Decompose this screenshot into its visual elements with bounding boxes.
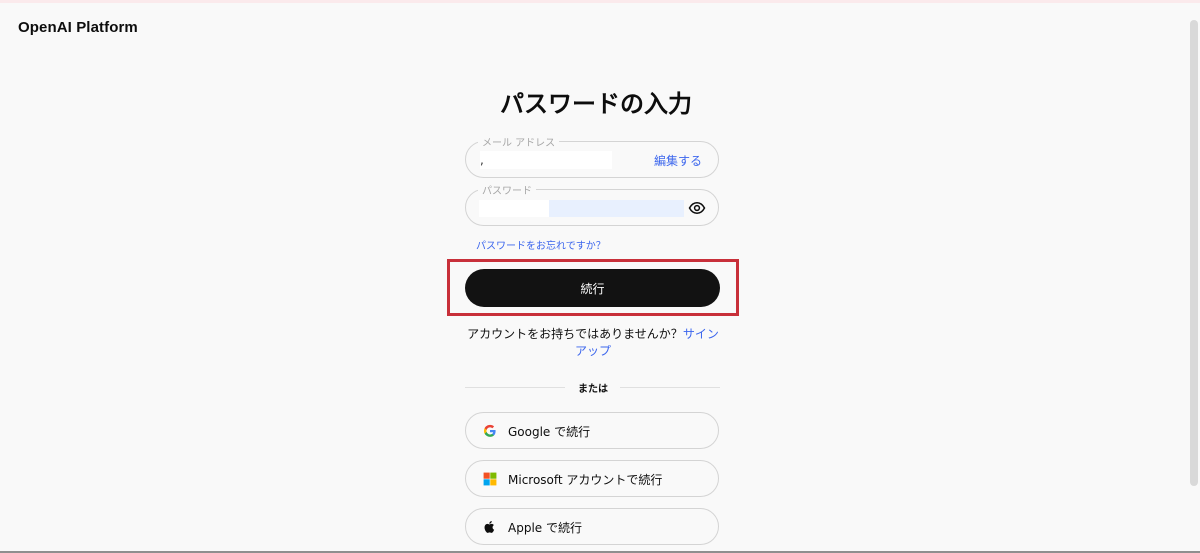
brand-logo[interactable]: OpenAI Platform [18, 19, 138, 36]
apple-icon [484, 520, 495, 533]
google-icon [483, 424, 496, 437]
divider-line-right [620, 387, 720, 388]
password-autofill[interactable] [549, 200, 684, 217]
email-field-label: メール アドレス [478, 134, 560, 149]
password-field[interactable]: パスワード [465, 182, 719, 226]
google-login-label: Google で続行 [508, 425, 591, 439]
top-border [0, 0, 1200, 3]
password-input[interactable] [479, 200, 549, 217]
signup-prompt: アカウントをお持ちではありませんか？サインアップ [462, 326, 724, 360]
microsoft-icon [483, 472, 497, 486]
microsoft-login-label: Microsoft アカウントで続行 [508, 473, 663, 487]
divider-line-left [465, 387, 565, 388]
apple-login-label: Apple で続行 [508, 521, 582, 535]
eye-icon[interactable] [688, 199, 706, 217]
apple-login-button[interactable]: Apple で続行 [465, 508, 719, 545]
email-field: メール アドレス , 編集する [465, 134, 719, 178]
email-value: , [480, 151, 612, 169]
signup-prompt-text: アカウントをお持ちではありませんか？ [467, 327, 683, 341]
edit-email-link[interactable]: 編集する [654, 152, 702, 169]
divider-label: または [578, 384, 608, 395]
microsoft-login-button[interactable]: Microsoft アカウントで続行 [465, 460, 719, 497]
forgot-password-link[interactable]: パスワードをお忘れですか？ [476, 237, 606, 252]
page-title: パスワードの入力 [500, 90, 692, 118]
continue-button[interactable]: 続行 [465, 269, 720, 307]
google-login-button[interactable]: Google で続行 [465, 412, 719, 449]
password-field-label: パスワード [478, 182, 536, 197]
